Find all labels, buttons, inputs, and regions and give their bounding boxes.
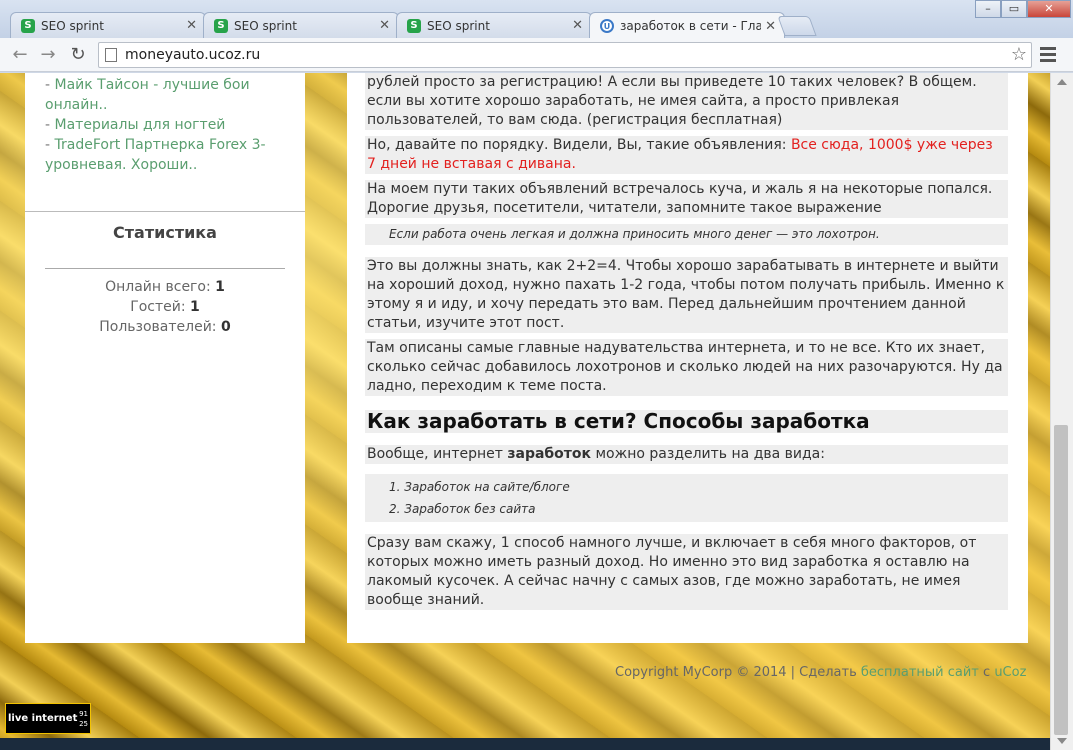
article-paragraph: На моем пути таких объявлений встречалос… [365,180,1008,218]
bookmark-star-icon[interactable]: ☆ [1011,44,1027,65]
article-content: рублей просто за регистрацию! А если вы … [347,73,1028,643]
browser-tab-2[interactable]: S SEO sprint ✕ [203,12,399,38]
article-paragraph: Сразу вам скажу, 1 способ намного лучше,… [365,534,1008,610]
list-item: - Майк Тайсон - лучшие бои онлайн.. [45,77,250,113]
browser-menu-icon[interactable] [1040,47,1056,65]
url-text: moneyauto.ucoz.ru [125,47,261,63]
browser-tab-1[interactable]: S SEO sprint ✕ [10,12,206,38]
footer-link-ucoz[interactable]: uCoz [994,665,1026,680]
article-paragraph: Но, давайте по порядку. Видели, Вы, таки… [365,136,1008,174]
reload-button[interactable]: ↻ [66,43,90,67]
seo-sprint-favicon-icon: S [21,18,35,33]
stat-row: Онлайн всего: 1 [25,277,305,297]
stat-label: Гостей: [130,299,186,315]
seo-sprint-favicon-icon: S [214,18,228,33]
bold-keyword: заработок [507,446,592,462]
scroll-up-icon[interactable] [1057,79,1067,85]
page-footer: Copyright MyCorp © 2014 | Сделать беспла… [615,665,1026,680]
new-tab-button[interactable] [777,16,817,36]
sidebar-link[interactable]: Материалы для ногтей [55,117,226,133]
address-bar[interactable]: moneyauto.ucoz.ru ☆ [98,42,1032,68]
stat-value: 1 [190,299,200,315]
article-paragraph: Это вы должны знать, как 2+2=4. Чтобы хо… [365,257,1008,333]
scrollbar-thumb[interactable] [1054,425,1068,735]
counter-value: 91 [79,709,88,718]
tab-label: SEO sprint [41,18,104,33]
footer-text: с [978,665,995,680]
counter-numbers: 91 25 [79,709,90,729]
browser-tab-4-active[interactable]: U заработок в сети - Главн ✕ [589,12,785,39]
page-icon [105,48,117,62]
stats-block: Онлайн всего: 1 Гостей: 1 Пользователей:… [25,277,305,337]
back-button[interactable]: ← [8,43,32,67]
list-item: 2. Заработок без сайта [389,502,536,516]
tab-close-icon[interactable]: ✕ [572,18,583,33]
article-quote: Если работа очень легкая и должна принос… [365,224,1008,245]
tab-close-icon[interactable]: ✕ [379,18,390,33]
footer-link-free-site[interactable]: бесплатный сайт [861,665,979,680]
paragraph-text: Но, давайте по порядку. Видели, Вы, таки… [367,137,791,153]
article-paragraph: Вообще, интернет заработок можно раздели… [365,445,1008,464]
ucoz-favicon-icon: U [600,19,614,33]
window-close-button[interactable]: ✕ [1027,0,1071,18]
tab-label: заработок в сети - Главн [620,19,762,33]
stat-label: Пользователей: [99,319,217,335]
stat-row: Пользователей: 0 [25,317,305,337]
list-item: 1. Заработок на сайте/блоге [389,480,570,494]
sidebar-link-list: - Майк Тайсон - лучшие бои онлайн.. - Ма… [25,73,305,175]
tab-close-icon[interactable]: ✕ [186,18,197,33]
list-item: - TradeFort Партнерка Forex 3-уровневая.… [45,137,266,173]
page-viewport: - Майк Тайсон - лучшие бои онлайн.. - Ма… [0,73,1050,750]
counter-brand: live internet [8,713,78,724]
minimize-button[interactable]: – [975,0,1001,18]
tab-label: SEO sprint [234,18,297,33]
sidebar-link[interactable]: TradeFort Партнерка Forex 3-уровневая. Х… [45,137,266,173]
sidebar-link[interactable]: Майк Тайсон - лучшие бои онлайн.. [45,77,250,113]
paragraph-text: можно разделить на два вида: [591,446,825,462]
paragraph-text: Вообще, интернет [367,446,508,462]
seo-sprint-favicon-icon: S [407,18,421,33]
article-list: 1. Заработок на сайте/блоге 2. Заработок… [365,474,1008,522]
tab-label: SEO sprint [427,18,490,33]
scroll-down-icon[interactable] [1057,738,1067,744]
forward-button[interactable]: → [36,43,60,67]
stat-row: Гостей: 1 [25,297,305,317]
counter-value: 25 [79,719,88,728]
stat-label: Онлайн всего: [105,279,211,295]
browser-toolbar: ← → ↻ moneyauto.ucoz.ru ☆ [0,38,1073,72]
browser-tab-3[interactable]: S SEO sprint ✕ [396,12,592,38]
article-paragraph: рублей просто за регистрацию! А если вы … [365,73,1008,130]
stats-title: Статистика [113,223,217,242]
stats-rule [45,268,285,269]
browser-titlebar: S SEO sprint ✕ S SEO sprint ✕ S SEO spri… [0,0,1073,39]
window-controls: – ▭ ✕ [975,0,1071,18]
stat-value: 0 [220,319,231,335]
article-paragraph: Там описаны самые главные надувательства… [365,339,1008,396]
page-scrollbar[interactable] [1050,73,1073,750]
footer-copyright: Copyright MyCorp © 2014 | Сделать [615,665,861,680]
article-heading: Как заработать в сети? Способы заработка [365,410,1008,433]
list-item: - Материалы для ногтей [45,117,226,133]
bottom-banner-strip [0,738,1050,750]
stat-value: 1 [215,279,225,295]
tab-close-icon[interactable]: ✕ [765,19,776,34]
liveinternet-counter[interactable]: live internet 91 25 [5,703,91,734]
maximize-button[interactable]: ▭ [1001,0,1027,18]
sidebar: - Майк Тайсон - лучшие бои онлайн.. - Ма… [25,73,305,643]
sidebar-divider [25,211,305,212]
